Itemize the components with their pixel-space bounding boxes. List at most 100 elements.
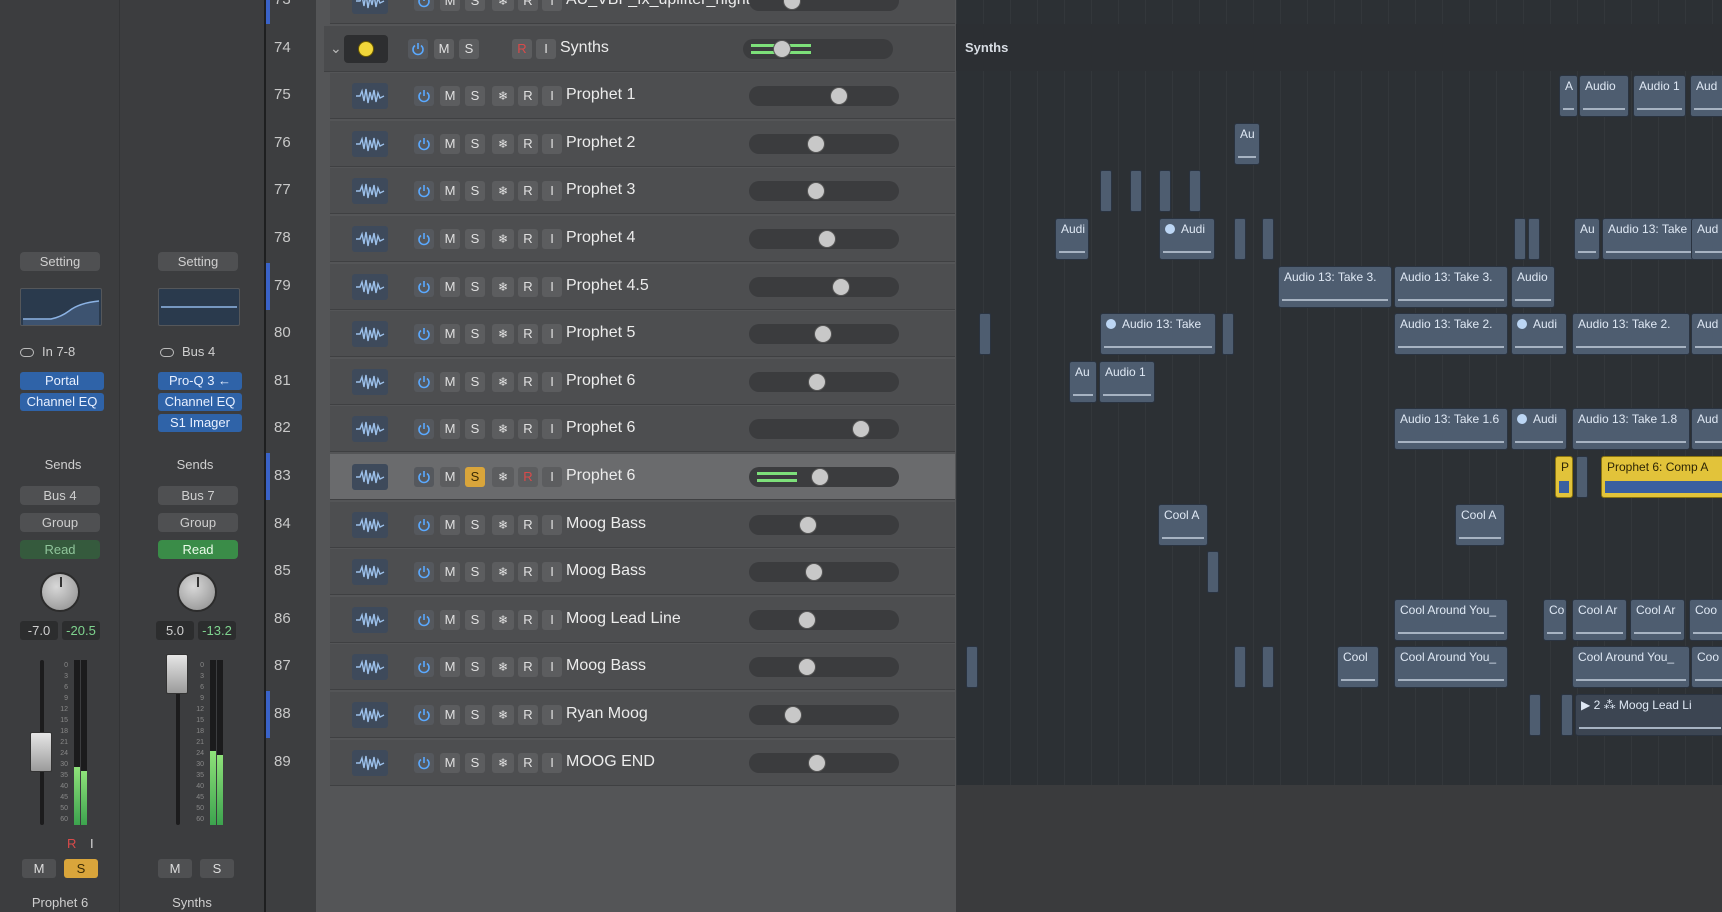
track-volume-slider[interactable]: [749, 514, 899, 535]
track-name[interactable]: Prophet 4.5: [566, 277, 649, 295]
solo-button[interactable]: S: [200, 859, 234, 878]
track-solo-button[interactable]: S: [465, 133, 485, 154]
track-volume-slider[interactable]: [749, 229, 899, 249]
audio-region[interactable]: Audio 13: Take 2.: [1572, 313, 1690, 356]
audio-region-fragment[interactable]: [1561, 694, 1573, 736]
track-header[interactable]: 79 M S ❄ R I Prophet 4.5: [266, 262, 956, 310]
mute-button[interactable]: M: [158, 859, 192, 878]
audio-region[interactable]: Cool Around You_: [1572, 646, 1690, 689]
freeze-icon[interactable]: ❄: [492, 371, 514, 392]
track-mute-button[interactable]: M: [440, 324, 460, 345]
track-solo-button[interactable]: S: [465, 467, 485, 487]
track-header[interactable]: 81 M S ❄ R I Prophet 6: [266, 358, 956, 405]
track-header-body[interactable]: M S ❄ R I Prophet 6: [330, 358, 955, 405]
audio-region[interactable]: Audio 13: Take 3.: [1394, 265, 1508, 308]
track-header[interactable]: 75 M S ❄ R I Prophet 1: [266, 72, 956, 120]
track-on-off-button[interactable]: [408, 38, 428, 59]
track-record-button[interactable]: R: [518, 86, 538, 107]
track-on-off-button[interactable]: [414, 86, 434, 107]
track-solo-button[interactable]: S: [465, 752, 485, 773]
mute-button[interactable]: M: [22, 859, 56, 878]
plugin-slot-1[interactable]: Pro-Q 3 ←: [158, 372, 242, 390]
track-solo-button[interactable]: S: [465, 514, 485, 535]
track-mute-button[interactable]: M: [440, 657, 460, 678]
track-record-button[interactable]: R: [518, 371, 538, 392]
track-volume-slider[interactable]: [749, 276, 899, 297]
track-solo-button[interactable]: S: [465, 181, 485, 202]
volume-slider-thumb[interactable]: [807, 134, 825, 153]
track-header[interactable]: 86 M S ❄ R I Moog Lead Line: [266, 596, 956, 643]
track-on-off-button[interactable]: [414, 0, 434, 11]
track-solo-button[interactable]: S: [465, 0, 485, 11]
freeze-icon[interactable]: ❄: [492, 324, 514, 345]
audio-region[interactable]: Audio 13: Take 3.: [1278, 265, 1392, 308]
audio-region[interactable]: Audio: [1579, 75, 1629, 118]
track-name[interactable]: Moog Bass: [566, 562, 646, 580]
track-input-monitor-button[interactable]: I: [542, 324, 562, 345]
folder-track-header[interactable]: 74 ⌄ M S R I Synths: [266, 25, 956, 72]
track-input-monitor-button[interactable]: I: [542, 514, 562, 535]
freeze-icon[interactable]: ❄: [492, 609, 514, 630]
audio-region[interactable]: Audio 13: Take 2.: [1394, 313, 1508, 356]
freeze-icon[interactable]: ❄: [492, 752, 514, 773]
audio-region-fragment[interactable]: [1159, 170, 1171, 213]
track-header[interactable]: 87 M S ❄ R I Moog Bass: [266, 643, 956, 691]
track-mute-button[interactable]: M: [440, 133, 460, 154]
track-record-button[interactable]: R: [518, 705, 538, 725]
track-header-body[interactable]: M S ❄ R I Moog Bass: [330, 501, 955, 548]
track-volume-slider[interactable]: [749, 467, 899, 487]
track-name[interactable]: Prophet 2: [566, 134, 635, 152]
freeze-icon[interactable]: ❄: [492, 705, 514, 725]
track-header-body[interactable]: M S ❄ R I Prophet 2: [330, 120, 955, 167]
track-volume-slider[interactable]: [749, 181, 899, 202]
track-record-button[interactable]: R: [518, 514, 538, 535]
track-volume-slider[interactable]: [743, 38, 893, 59]
track-input-monitor-button[interactable]: I: [542, 133, 562, 154]
track-input-monitor-button[interactable]: I: [542, 705, 562, 725]
track-solo-button[interactable]: S: [465, 276, 485, 297]
audio-region-fragment[interactable]: [1234, 218, 1246, 260]
audio-region[interactable]: Audi: [1511, 408, 1567, 451]
audio-region[interactable]: Cool Ar: [1572, 598, 1627, 641]
track-name[interactable]: Prophet 6: [566, 467, 635, 485]
audio-region-fragment[interactable]: [1234, 646, 1246, 689]
disclosure-chevron-icon[interactable]: ⌄: [330, 40, 342, 57]
track-mute-button[interactable]: M: [440, 229, 460, 249]
audio-region[interactable]: Co: [1543, 598, 1567, 641]
track-solo-button[interactable]: S: [465, 324, 485, 345]
audio-region[interactable]: Audio 13: Take: [1100, 313, 1216, 356]
track-name[interactable]: Synths: [560, 39, 609, 57]
audio-region-fragment[interactable]: [1207, 551, 1219, 594]
audio-region[interactable]: Audio 1: [1099, 360, 1155, 403]
track-input-monitor-button[interactable]: I: [542, 657, 562, 678]
setting-button[interactable]: Setting: [158, 252, 238, 271]
volume-slider-thumb[interactable]: [832, 277, 850, 296]
audio-region-fragment[interactable]: [1262, 218, 1274, 260]
track-name[interactable]: MOOG END: [566, 753, 655, 771]
track-record-button[interactable]: R: [518, 276, 538, 297]
freeze-icon[interactable]: ❄: [492, 562, 514, 583]
track-header-body[interactable]: M S ❄ R I Prophet 5: [330, 311, 955, 358]
volume-fader[interactable]: 0 3 6 9 12 15 18 21 24 30 35 40 45 50 60: [20, 660, 87, 830]
audio-region[interactable]: Audio 13: Take 1.8: [1572, 408, 1690, 451]
audio-region[interactable]: A: [1559, 75, 1578, 118]
audio-region[interactable]: Au: [1574, 218, 1600, 260]
track-header-body[interactable]: M S ❄ R I Moog Bass: [330, 644, 955, 691]
track-input-monitor-button[interactable]: I: [542, 371, 562, 392]
volume-slider-thumb[interactable]: [808, 753, 826, 772]
track-solo-button[interactable]: S: [465, 657, 485, 678]
volume-slider-thumb[interactable]: [814, 325, 832, 344]
arrangement-area[interactable]: Synths A Audio Audio 1 Aud Au Audi Audi Au Audio…: [956, 0, 1722, 912]
send-bus-slot[interactable]: Bus 7: [158, 486, 238, 505]
track-mute-button[interactable]: M: [440, 181, 460, 202]
audio-region[interactable]: Audi: [1055, 218, 1089, 260]
audio-region[interactable]: P: [1555, 456, 1573, 498]
track-solo-button[interactable]: S: [459, 38, 479, 59]
eq-thumbnail[interactable]: [158, 288, 240, 326]
track-input-monitor-button[interactable]: I: [542, 229, 562, 249]
volume-slider-thumb[interactable]: [783, 0, 801, 10]
volume-slider-thumb[interactable]: [807, 182, 825, 201]
track-header-body[interactable]: M S ❄ R I MOOG END: [330, 739, 955, 786]
audio-region[interactable]: Audio 13: Take 1.6: [1394, 408, 1508, 451]
audio-region-fragment[interactable]: [1262, 646, 1274, 689]
